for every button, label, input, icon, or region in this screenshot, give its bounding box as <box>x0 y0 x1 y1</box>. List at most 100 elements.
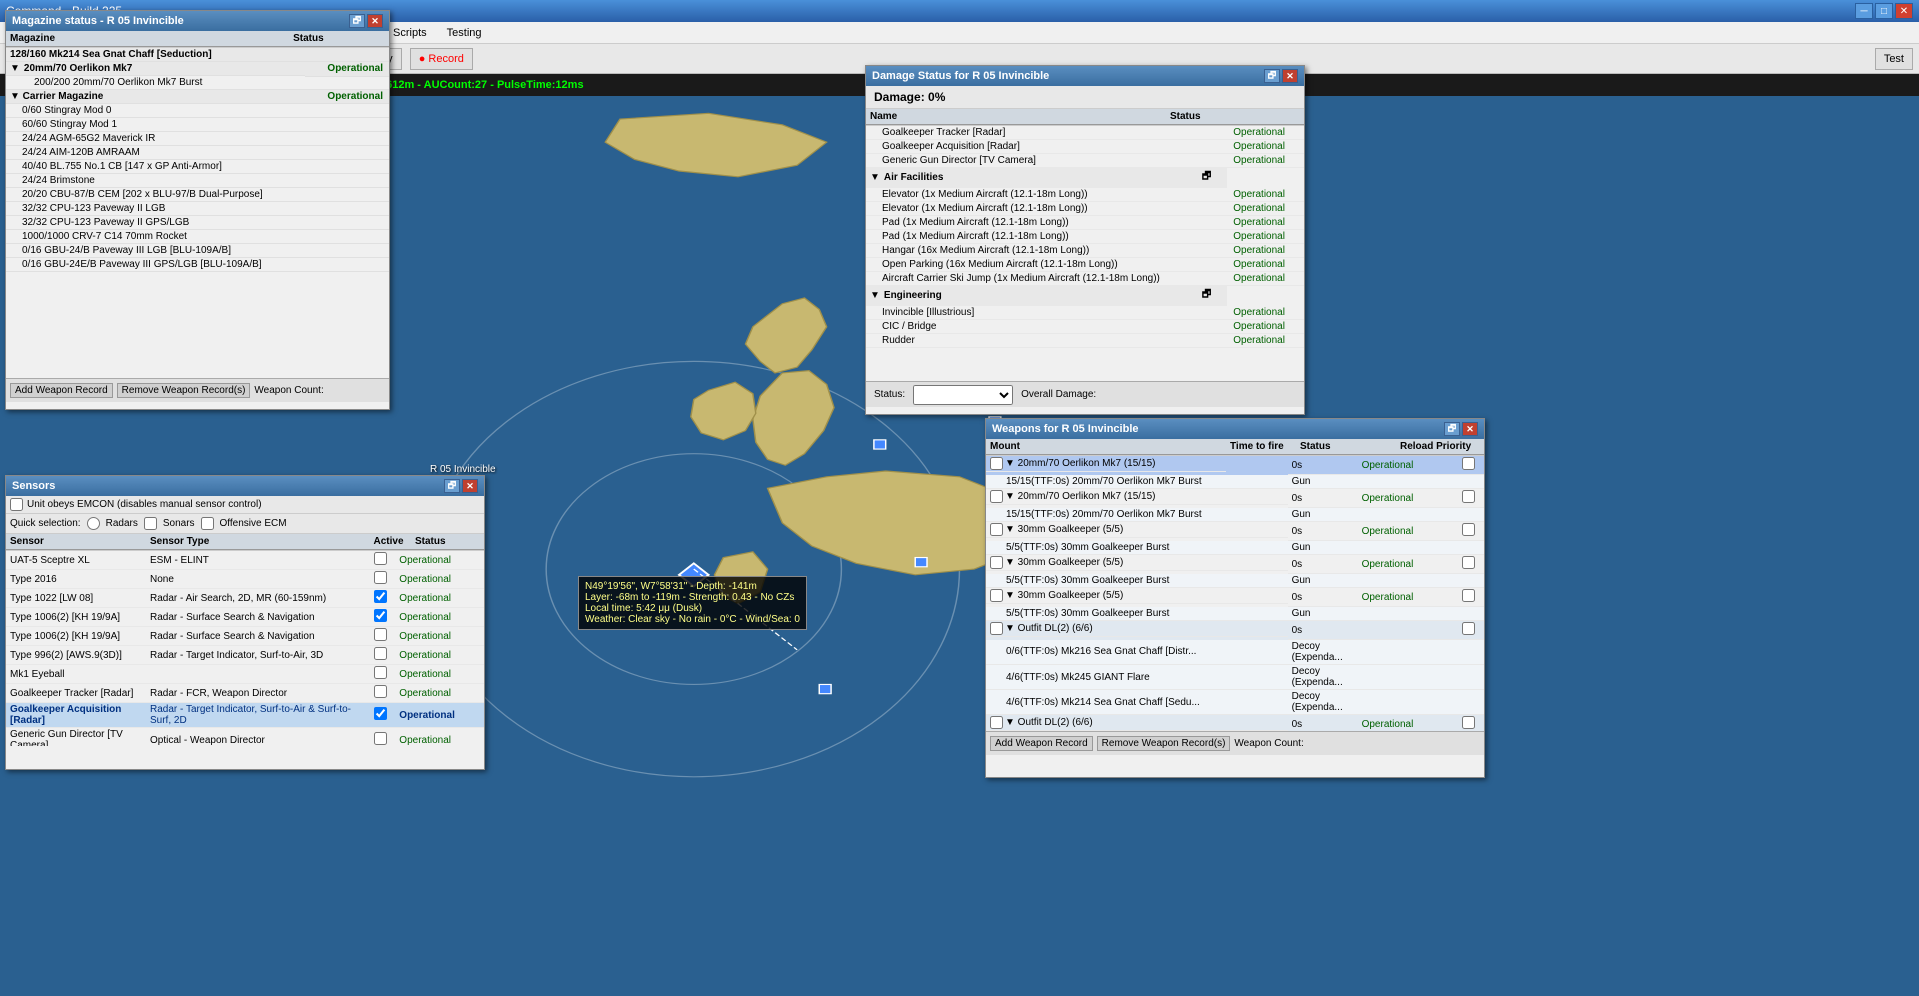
sensor-col-status: Status <box>411 534 484 550</box>
magazine-restore-button[interactable]: 🗗 <box>349 14 365 28</box>
reload-check-6[interactable] <box>1462 622 1475 635</box>
magazine-panel: Magazine status - R 05 Invincible 🗗 ✕ Ma… <box>5 10 390 410</box>
table-row: ▼ 20mm/70 Oerlikon Mk7 Operational <box>6 62 389 77</box>
table-row: Goalkeeper Acquisition [Radar] Radar - T… <box>6 703 484 728</box>
magazine-items-table: 128/160 Mk214 Sea Gnat Chaff [Seduction]… <box>6 48 389 272</box>
table-row: 0/16 GBU-24E/B Paveway III GPS/LGB [BLU-… <box>6 258 389 272</box>
ecm-label: Offensive ECM <box>220 518 287 529</box>
sensor-active-10[interactable] <box>374 732 387 745</box>
sensor-active-8[interactable] <box>374 685 387 698</box>
weapons-remove-button[interactable]: Remove Weapon Record(s) <box>1097 736 1231 751</box>
reload-check-7[interactable] <box>1462 716 1475 729</box>
table-row: 24/24 AIM-120B AMRAAM <box>6 146 389 160</box>
table-row: Open Parking (16x Medium Aircraft (12.1-… <box>866 258 1304 272</box>
test-button[interactable]: Test <box>1875 48 1913 70</box>
sensors-table: UAT-5 Sceptre XL ESM - ELINT Operational… <box>6 551 484 746</box>
damage-close-button[interactable]: ✕ <box>1282 69 1298 83</box>
weapons-col-ttf: Time to fire <box>1226 439 1296 455</box>
sensor-active-7[interactable] <box>374 666 387 679</box>
weapons-panel-header: Weapons for R 05 Invincible 🗗 ✕ <box>986 419 1484 439</box>
reload-check-4[interactable] <box>1462 556 1475 569</box>
tooltip-line1: N49°19'56", W7°58'31" - Depth: -141m <box>585 581 800 592</box>
ecm-checkbox[interactable] <box>201 517 214 530</box>
weapon-check-5[interactable] <box>990 589 1003 602</box>
sensors-scroll[interactable]: UAT-5 Sceptre XL ESM - ELINT Operational… <box>6 551 484 746</box>
status-label: Status: <box>874 389 905 400</box>
table-row: Mk1 Eyeball Operational <box>6 665 484 684</box>
status-dropdown[interactable] <box>913 385 1013 405</box>
weapons-panel-title: Weapons for R 05 Invincible <box>992 423 1442 435</box>
table-row: 5/5(TTF:0s) 30mm Goalkeeper Burst Gun <box>986 607 1484 621</box>
damage-panel: Damage Status for R 05 Invincible 🗗 ✕ Da… <box>865 65 1305 415</box>
magazine-close-button[interactable]: ✕ <box>367 14 383 28</box>
menu-testing[interactable]: Testing <box>443 25 486 41</box>
sensors-toolbar: Quick selection: Radars Sonars Offensive… <box>6 514 484 534</box>
sensor-active-6[interactable] <box>374 647 387 660</box>
weapons-col-mount: Mount <box>986 439 1226 455</box>
radars-radio[interactable] <box>87 517 100 530</box>
table-row: Goalkeeper Tracker [Radar] Radar - FCR, … <box>6 684 484 703</box>
reload-check-3[interactable] <box>1462 523 1475 536</box>
tooltip-line3: Local time: 5:42 μμ (Dusk) <box>585 603 800 614</box>
reload-check-1[interactable] <box>1462 457 1475 470</box>
magazine-col-status: Status <box>228 31 389 47</box>
map-tooltip: N49°19'56", W7°58'31" - Depth: -141m Lay… <box>578 576 807 630</box>
weapon-check-3[interactable] <box>990 523 1003 536</box>
sensors-close-button[interactable]: ✕ <box>462 479 478 493</box>
reload-check-5[interactable] <box>1462 589 1475 602</box>
table-row: Goalkeeper Tracker [Radar] Operational <box>866 126 1304 140</box>
weapon-check-6[interactable] <box>990 622 1003 635</box>
damage-percentage: Damage: 0% <box>866 86 1304 109</box>
table-row: 32/32 CPU-123 Paveway II GPS/LGB <box>6 216 389 230</box>
reload-check-2[interactable] <box>1462 490 1475 503</box>
magazine-col-magazine: Magazine <box>6 31 228 47</box>
sensors-restore-button[interactable]: 🗗 <box>444 479 460 493</box>
table-row: 24/24 AGM-65G2 Maverick IR <box>6 132 389 146</box>
minimize-button[interactable]: ─ <box>1855 3 1873 19</box>
table-row: ▼ 20mm/70 Oerlikon Mk7 (15/15) 0s Operat… <box>986 456 1484 475</box>
table-row: ▼ Air Facilities 🗗 <box>866 168 1304 189</box>
damage-restore-button[interactable]: 🗗 <box>1264 69 1280 83</box>
sonars-checkbox[interactable] <box>144 517 157 530</box>
sensor-active-9[interactable] <box>374 707 387 720</box>
table-row: Pad (1x Medium Aircraft (12.1-18m Long))… <box>866 216 1304 230</box>
sensor-active-3[interactable] <box>374 590 387 603</box>
weapon-check-7[interactable] <box>990 716 1003 729</box>
magazine-footer: Add Weapon Record Remove Weapon Record(s… <box>6 378 389 402</box>
table-row: ▼ 20mm/70 Oerlikon Mk7 (15/15) 0s Operat… <box>986 489 1484 508</box>
maximize-button[interactable]: □ <box>1875 3 1893 19</box>
table-row: 60/60 Stingray Mod 1 <box>6 118 389 132</box>
emcon-checkbox[interactable] <box>10 498 23 511</box>
sensor-active-1[interactable] <box>374 552 387 565</box>
weapons-close-button[interactable]: ✕ <box>1462 422 1478 436</box>
sensor-active-4[interactable] <box>374 609 387 622</box>
sensor-active-5[interactable] <box>374 628 387 641</box>
table-row: Type 1006(2) [KH 19/9A] Radar - Surface … <box>6 608 484 627</box>
table-row: Pad (1x Medium Aircraft (12.1-18m Long))… <box>866 230 1304 244</box>
weapon-check-4[interactable] <box>990 556 1003 569</box>
table-row: 40/40 BL.755 No.1 CB [147 x GP Anti-Armo… <box>6 160 389 174</box>
weapons-scroll[interactable]: ▼ 20mm/70 Oerlikon Mk7 (15/15) 0s Operat… <box>986 456 1484 731</box>
table-row: ▼ 30mm Goalkeeper (5/5) 0s Operational <box>986 522 1484 541</box>
damage-scroll[interactable]: Goalkeeper Tracker [Radar] Operational G… <box>866 126 1304 381</box>
damage-col-status: Status <box>1166 109 1304 125</box>
weapon-check-2[interactable] <box>990 490 1003 503</box>
window-controls: ─ □ ✕ <box>1855 3 1913 19</box>
sensor-active-2[interactable] <box>374 571 387 584</box>
weapons-add-button[interactable]: Add Weapon Record <box>990 736 1093 751</box>
weapon-check-1[interactable] <box>990 457 1003 470</box>
table-row: Aircraft Carrier Ski Jump (1x Medium Air… <box>866 272 1304 286</box>
table-row: CIC / Bridge Operational <box>866 320 1304 334</box>
record-button[interactable]: ● Record <box>410 48 473 70</box>
sonars-label: Sonars <box>163 518 195 529</box>
weapons-restore-button[interactable]: 🗗 <box>1444 422 1460 436</box>
table-row: Type 1006(2) [KH 19/9A] Radar - Surface … <box>6 627 484 646</box>
table-row: ▼ 30mm Goalkeeper (5/5) 0s Operational <box>986 555 1484 574</box>
add-weapon-record-button[interactable]: Add Weapon Record <box>10 383 113 398</box>
table-row: Generic Gun Director [TV Camera] Optical… <box>6 728 484 747</box>
close-button[interactable]: ✕ <box>1895 3 1913 19</box>
damage-table: Goalkeeper Tracker [Radar] Operational G… <box>866 126 1304 348</box>
magazine-scroll[interactable]: 128/160 Mk214 Sea Gnat Chaff [Seduction]… <box>6 48 389 378</box>
remove-weapon-record-button[interactable]: Remove Weapon Record(s) <box>117 383 251 398</box>
table-row: Goalkeeper Acquisition [Radar] Operation… <box>866 140 1304 154</box>
